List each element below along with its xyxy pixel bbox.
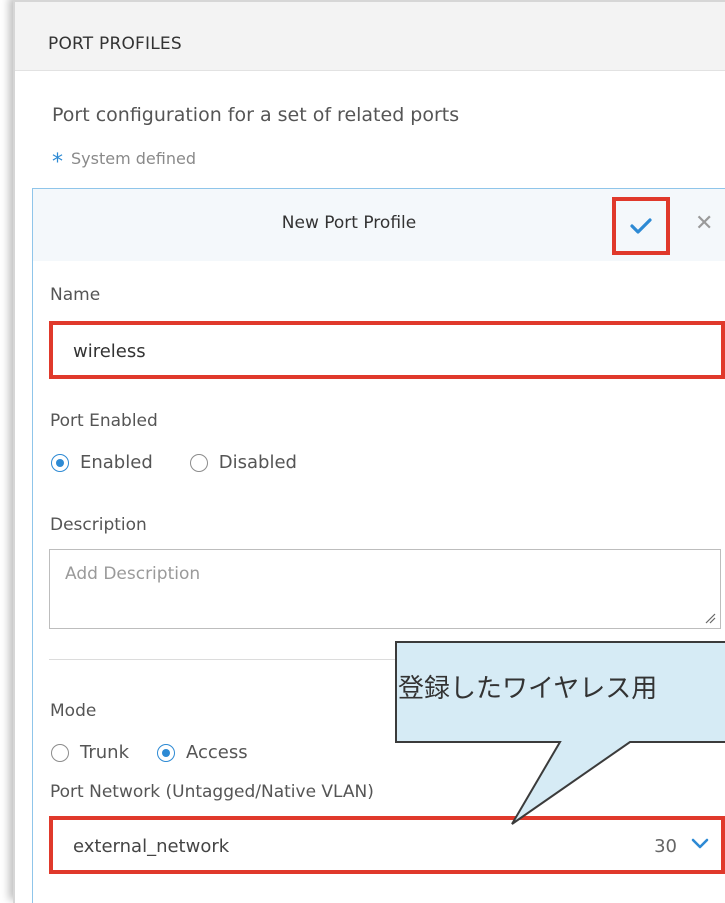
callout-text: 登録したワイヤレス用 bbox=[398, 674, 658, 704]
access-option[interactable]: Access bbox=[157, 742, 248, 763]
panel-title: PORT PROFILES bbox=[48, 34, 182, 54]
name-value: wireless bbox=[73, 341, 146, 362]
trunk-radio-label: Trunk bbox=[80, 742, 129, 763]
save-button[interactable] bbox=[612, 197, 670, 255]
form-header: New Port Profile ✕ bbox=[33, 189, 725, 261]
form-title: New Port Profile bbox=[281, 213, 417, 233]
check-icon bbox=[630, 218, 652, 234]
system-defined-legend: * System defined bbox=[52, 145, 196, 175]
port-network-label: Port Network (Untagged/Native VLAN) bbox=[50, 782, 374, 802]
resize-handle-icon[interactable] bbox=[704, 612, 716, 624]
description-placeholder: Add Description bbox=[65, 564, 201, 584]
enabled-option[interactable]: Enabled bbox=[51, 452, 153, 473]
name-label: Name bbox=[50, 285, 101, 305]
panel-description: Port configuration for a set of related … bbox=[52, 104, 460, 126]
panel-header: PORT PROFILES bbox=[15, 2, 725, 71]
access-radio-label: Access bbox=[186, 742, 248, 763]
enabled-radio-label: Enabled bbox=[80, 452, 153, 473]
description-label: Description bbox=[50, 515, 147, 535]
close-button[interactable]: ✕ bbox=[695, 211, 713, 236]
mode-group: Trunk Access bbox=[51, 742, 248, 763]
port-enabled-label: Port Enabled bbox=[50, 411, 158, 431]
access-radio[interactable] bbox=[157, 743, 175, 762]
port-enabled-group: Enabled Disabled bbox=[51, 452, 297, 473]
asterisk-icon: * bbox=[52, 150, 63, 175]
trunk-option[interactable]: Trunk bbox=[51, 742, 129, 763]
mode-label: Mode bbox=[50, 701, 97, 721]
disabled-radio[interactable] bbox=[189, 453, 208, 472]
disabled-option[interactable]: Disabled bbox=[189, 452, 297, 473]
trunk-radio[interactable] bbox=[51, 743, 69, 762]
enabled-radio[interactable] bbox=[51, 453, 69, 472]
description-textarea[interactable]: Add Description bbox=[49, 549, 721, 629]
close-icon: ✕ bbox=[695, 211, 714, 236]
disabled-radio-label: Disabled bbox=[218, 452, 297, 473]
port-network-value: external_network bbox=[73, 836, 230, 857]
system-defined-label: System defined bbox=[71, 149, 196, 168]
name-field[interactable]: wireless bbox=[49, 321, 725, 379]
